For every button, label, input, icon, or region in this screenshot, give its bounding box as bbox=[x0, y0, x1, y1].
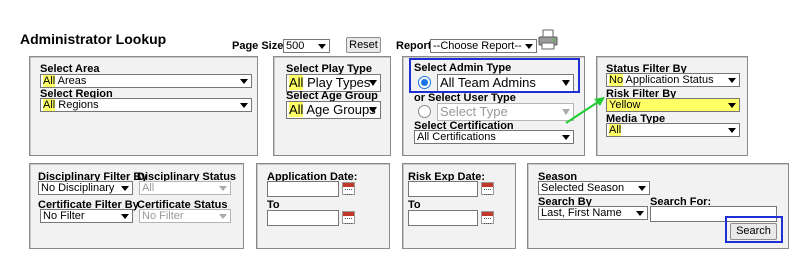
annotation-arrow-icon bbox=[565, 97, 605, 124]
certificate-filter-value: No Filter bbox=[43, 210, 85, 222]
chevron-down-icon bbox=[121, 186, 129, 191]
play-age-panel: Select Play Type All Play Types Select A… bbox=[273, 56, 391, 156]
search-by-select[interactable]: Last, First Name bbox=[538, 206, 648, 220]
chevron-down-icon bbox=[240, 103, 248, 108]
page-title: Administrator Lookup bbox=[20, 31, 167, 47]
chevron-down-icon bbox=[219, 186, 227, 191]
chevron-down-icon bbox=[728, 128, 736, 133]
application-date-from-input[interactable] bbox=[267, 181, 339, 197]
area-select[interactable]: All Areas bbox=[40, 74, 252, 88]
printer-icon[interactable] bbox=[538, 29, 558, 51]
age-group-value-highlight: All bbox=[289, 102, 304, 117]
calendar-icon[interactable] bbox=[481, 211, 494, 224]
disciplinary-status-select[interactable]: All bbox=[139, 181, 231, 195]
user-type-placeholder: Select Type bbox=[440, 104, 508, 119]
page-size-value: 500 bbox=[286, 40, 305, 52]
user-type-radio[interactable] bbox=[418, 105, 431, 118]
chevron-down-icon bbox=[562, 135, 570, 140]
report-select[interactable]: --Choose Report-- bbox=[430, 39, 537, 53]
risk-exp-date-to-input[interactable] bbox=[408, 210, 478, 226]
risk-filter-value: Yellow bbox=[609, 99, 641, 111]
chevron-down-icon bbox=[728, 103, 736, 108]
page-size-select[interactable]: 500 bbox=[283, 39, 330, 53]
play-type-value-rest: Play Types bbox=[303, 75, 371, 90]
chevron-down-icon bbox=[525, 44, 533, 49]
search-button-annotation-box bbox=[725, 216, 783, 243]
calendar-icon[interactable] bbox=[481, 182, 494, 195]
reset-button[interactable]: Reset bbox=[346, 37, 381, 53]
age-group-select[interactable]: All Age Groups bbox=[286, 101, 381, 119]
season-select[interactable]: Selected Season bbox=[538, 181, 650, 195]
report-value: --Choose Report-- bbox=[433, 40, 522, 52]
certificate-status-value: No Filter bbox=[142, 210, 184, 222]
admin-type-annotation-box bbox=[409, 58, 580, 93]
chevron-down-icon bbox=[369, 107, 377, 113]
risk-exp-date-panel: Risk Exp Date: To bbox=[402, 163, 516, 249]
chevron-down-icon bbox=[636, 211, 644, 216]
risk-filter-select[interactable]: Yellow bbox=[606, 98, 740, 112]
area-value-rest: Areas bbox=[55, 75, 87, 87]
certificate-filter-select[interactable]: No Filter bbox=[40, 209, 133, 223]
disciplinary-panel: Disciplinary Filter By Disciplinary Stat… bbox=[29, 163, 244, 249]
chevron-down-icon bbox=[638, 186, 646, 191]
area-value-highlight: All bbox=[43, 75, 56, 87]
search-by-value: Last, First Name bbox=[541, 207, 622, 219]
disciplinary-filter-select[interactable]: No Disciplinary bbox=[38, 181, 133, 195]
chevron-down-icon bbox=[318, 44, 326, 49]
play-type-value-highlight: All bbox=[289, 75, 304, 90]
chevron-down-icon bbox=[219, 214, 227, 219]
user-type-select[interactable]: Select Type bbox=[437, 103, 574, 121]
chevron-down-icon bbox=[369, 80, 377, 86]
certification-select[interactable]: All Certifications bbox=[414, 130, 574, 144]
disciplinary-filter-value: No Disciplinary bbox=[41, 182, 115, 194]
status-risk-panel: Status Filter By No Application Status R… bbox=[596, 56, 748, 156]
region-select[interactable]: All Regions bbox=[40, 98, 252, 112]
page-size-label: Page Size: bbox=[232, 40, 288, 52]
region-value-highlight: All bbox=[43, 99, 56, 111]
chevron-down-icon bbox=[121, 214, 129, 219]
season-value: Selected Season bbox=[541, 182, 625, 194]
region-value-rest: Regions bbox=[55, 99, 99, 111]
certification-value: All Certifications bbox=[417, 131, 496, 143]
age-group-value-rest: Age Groups bbox=[303, 102, 376, 117]
chevron-down-icon bbox=[728, 78, 736, 83]
media-type-value: All bbox=[609, 124, 622, 136]
risk-exp-date-from-input[interactable] bbox=[408, 181, 478, 197]
calendar-icon[interactable] bbox=[342, 182, 355, 195]
chevron-down-icon bbox=[240, 79, 248, 84]
disciplinary-status-value: All bbox=[142, 182, 155, 194]
media-type-select[interactable]: All bbox=[606, 123, 740, 137]
area-region-panel: Select Area All Areas Select Region All … bbox=[29, 56, 258, 156]
certificate-status-select[interactable]: No Filter bbox=[139, 209, 231, 223]
application-date-panel: Application Date: To bbox=[256, 163, 390, 249]
calendar-icon[interactable] bbox=[342, 211, 355, 224]
application-date-to-input[interactable] bbox=[267, 210, 339, 226]
